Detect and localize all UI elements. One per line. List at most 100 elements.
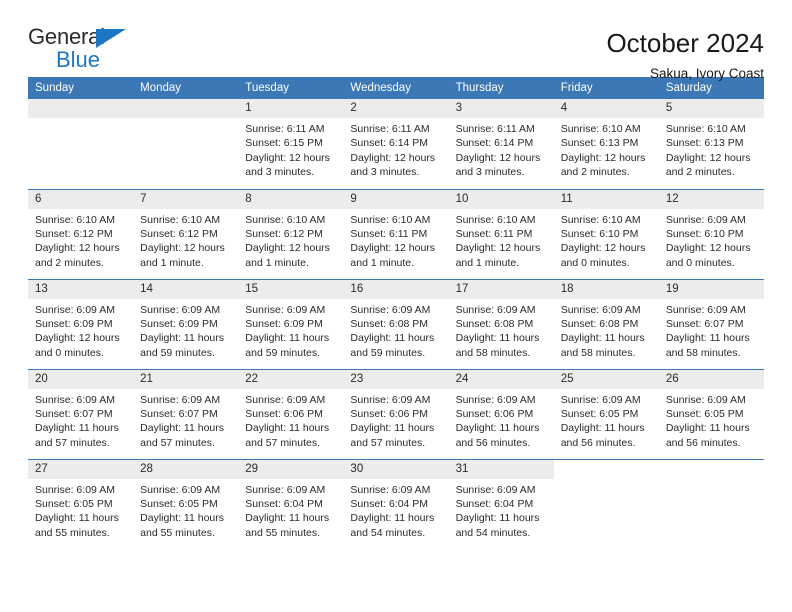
calendar-day-cell[interactable]: 6 Sunrise: 6:10 AM Sunset: 6:12 PM Daylight… — [28, 188, 134, 279]
day-details: Sunrise: 6:10 AM Sunset: 6:13 PM Daylight:… — [554, 118, 659, 180]
daylight-text-line1: Daylight: 12 hours — [245, 242, 330, 255]
daylight-text-line1: Daylight: 12 hours — [560, 151, 646, 164]
daylight-text-line2: and 58 minutes. — [560, 346, 636, 359]
calendar-day-cell[interactable]: 20 Sunrise: 6:09 AM Sunset: 6:07 PM Dayligh… — [28, 368, 134, 459]
calendar-day-cell[interactable]: 18 Sunrise: 6:09 AM Sunset: 6:08 PM Dayligh… — [553, 278, 659, 369]
sunset-text: Sunset: 6:13 PM — [560, 137, 639, 150]
day-details: Sunrise: 6:09 AM Sunset: 6:09 PM Daylight:… — [133, 299, 238, 361]
calendar-day-cell[interactable]: 17 Sunrise: 6:09 AM Sunset: 6:08 PM Dayligh… — [448, 278, 554, 369]
sunset-text: Sunset: 6:07 PM — [140, 407, 218, 420]
day-details: Sunrise: 6:10 AM Sunset: 6:11 PM Daylight:… — [343, 209, 448, 271]
weekday-header-sunday: Sunday — [28, 77, 134, 99]
calendar-day-cell[interactable]: 1 Sunrise: 6:11 AM Sunset: 6:15 PM Daylight… — [238, 99, 344, 189]
general-blue-logo[interactable]: General Blue — [28, 26, 148, 72]
daylight-text-line2: and 3 minutes. — [455, 166, 525, 179]
calendar-day-cell[interactable]: 16 Sunrise: 6:09 AM Sunset: 6:08 PM Dayligh… — [343, 278, 449, 369]
calendar-day-cell[interactable]: 14 Sunrise: 6:09 AM Sunset: 6:09 PM Dayligh… — [133, 278, 239, 369]
daylight-text-line2: and 56 minutes. — [455, 436, 531, 449]
daylight-text-line1: Daylight: 11 hours — [350, 512, 435, 525]
calendar-day-cell[interactable]: 25 Sunrise: 6:09 AM Sunset: 6:05 PM Dayligh… — [553, 368, 659, 459]
sunset-text: Sunset: 6:14 PM — [350, 137, 429, 150]
day-number: 1 — [238, 99, 344, 118]
calendar-day-cell[interactable]: 28 Sunrise: 6:09 AM Sunset: 6:05 PM Dayligh… — [133, 458, 239, 549]
calendar-day-cell[interactable]: 3 Sunrise: 6:11 AM Sunset: 6:14 PM Daylight… — [448, 99, 554, 189]
day-number: 25 — [553, 370, 659, 389]
day-details: Sunrise: 6:09 AM Sunset: 6:04 PM Daylight:… — [238, 479, 343, 541]
weekday-header-wednesday: Wednesday — [343, 77, 449, 99]
day-number: 26 — [658, 370, 764, 389]
sunrise-text: Sunrise: 6:09 AM — [665, 213, 746, 226]
calendar-body: 1 Sunrise: 6:11 AM Sunset: 6:15 PM Daylight… — [28, 99, 764, 549]
daylight-text-line1: Daylight: 11 hours — [665, 332, 750, 345]
daylight-text-line1: Daylight: 11 hours — [665, 422, 750, 435]
day-number: 28 — [133, 460, 239, 479]
calendar-day-cell[interactable]: 9 Sunrise: 6:10 AM Sunset: 6:11 PM Daylight… — [343, 188, 449, 279]
calendar-day-cell[interactable]: 27 Sunrise: 6:09 AM Sunset: 6:05 PM Dayligh… — [28, 458, 134, 549]
calendar-day-cell[interactable]: 21 Sunrise: 6:09 AM Sunset: 6:07 PM Dayligh… — [133, 368, 239, 459]
daylight-text-line2: and 58 minutes. — [455, 346, 531, 359]
day-details: Sunrise: 6:11 AM Sunset: 6:14 PM Daylight:… — [449, 118, 554, 180]
day-number — [28, 99, 134, 118]
calendar-day-cell[interactable]: 29 Sunrise: 6:09 AM Sunset: 6:04 PM Dayligh… — [238, 458, 344, 549]
calendar-day-cell[interactable]: 23 Sunrise: 6:09 AM Sunset: 6:06 PM Dayligh… — [343, 368, 449, 459]
calendar-day-cell[interactable]: 24 Sunrise: 6:09 AM Sunset: 6:06 PM Dayligh… — [448, 368, 554, 459]
calendar-day-cell[interactable]: 8 Sunrise: 6:10 AM Sunset: 6:12 PM Daylight… — [238, 188, 344, 279]
calendar-day-cell[interactable]: 15 Sunrise: 6:09 AM Sunset: 6:09 PM Dayligh… — [238, 278, 344, 369]
logo-text-general: General — [28, 24, 105, 49]
sunset-text: Sunset: 6:09 PM — [35, 317, 113, 330]
sunrise-text: Sunrise: 6:10 AM — [665, 123, 746, 135]
calendar-day-cell[interactable]: 4 Sunrise: 6:10 AM Sunset: 6:13 PM Daylight… — [553, 99, 659, 189]
sunrise-text: Sunrise: 6:09 AM — [140, 393, 221, 406]
weekday-header-tuesday: Tuesday — [238, 77, 344, 99]
day-number: 10 — [448, 190, 554, 209]
day-number: 22 — [238, 370, 344, 389]
daylight-text-line2: and 58 minutes. — [665, 346, 741, 359]
daylight-text-line2: and 2 minutes. — [560, 166, 630, 179]
day-number — [659, 460, 764, 479]
calendar-day-cell[interactable]: 22 Sunrise: 6:09 AM Sunset: 6:06 PM Dayligh… — [238, 368, 344, 459]
calendar-empty-cell — [553, 458, 659, 549]
daylight-text-line1: Daylight: 12 hours — [665, 242, 751, 255]
day-number: 19 — [658, 280, 764, 299]
daylight-text-line2: and 1 minute. — [455, 256, 520, 269]
calendar-day-cell[interactable]: 13 Sunrise: 6:09 AM Sunset: 6:09 PM Dayligh… — [28, 278, 134, 369]
daylight-text-line2: and 1 minute. — [140, 256, 204, 269]
sunset-text: Sunset: 6:05 PM — [665, 407, 744, 420]
sunrise-text: Sunrise: 6:10 AM — [560, 213, 641, 226]
day-details: Sunrise: 6:11 AM Sunset: 6:14 PM Daylight:… — [343, 118, 448, 180]
calendar-day-cell[interactable]: 5 Sunrise: 6:10 AM Sunset: 6:13 PM Daylight… — [658, 99, 764, 189]
sunrise-text: Sunrise: 6:09 AM — [35, 303, 115, 316]
calendar-day-cell[interactable]: 11 Sunrise: 6:10 AM Sunset: 6:10 PM Dayligh… — [553, 188, 659, 279]
calendar-day-cell[interactable]: 7 Sunrise: 6:10 AM Sunset: 6:12 PM Daylight… — [133, 188, 239, 279]
day-number: 17 — [448, 280, 554, 299]
sunset-text: Sunset: 6:14 PM — [455, 137, 534, 150]
logo-text-blue: Blue — [56, 47, 101, 72]
weekday-header-thursday: Thursday — [448, 77, 554, 99]
sunrise-text: Sunrise: 6:09 AM — [560, 303, 641, 316]
calendar-day-cell[interactable]: 31 Sunrise: 6:09 AM Sunset: 6:04 PM Dayligh… — [448, 458, 554, 549]
day-number: 7 — [133, 190, 239, 209]
calendar-day-cell[interactable]: 19 Sunrise: 6:09 AM Sunset: 6:07 PM Dayligh… — [658, 278, 764, 369]
day-details: Sunrise: 6:10 AM Sunset: 6:10 PM Daylight:… — [554, 209, 659, 271]
day-number: 24 — [448, 370, 554, 389]
day-number: 23 — [343, 370, 449, 389]
sunrise-text: Sunrise: 6:10 AM — [350, 213, 431, 226]
calendar-day-cell[interactable]: 2 Sunrise: 6:11 AM Sunset: 6:14 PM Daylight… — [343, 99, 449, 189]
title-block: October 2024 Sakua, Ivory Coast — [606, 26, 764, 84]
daylight-text-line1: Daylight: 11 hours — [35, 422, 119, 435]
sunset-text: Sunset: 6:06 PM — [350, 407, 429, 420]
daylight-text-line2: and 54 minutes. — [455, 526, 531, 539]
daylight-text-line1: Daylight: 11 hours — [140, 422, 224, 435]
daylight-text-line2: and 59 minutes. — [140, 346, 215, 359]
calendar-day-cell[interactable]: 30 Sunrise: 6:09 AM Sunset: 6:04 PM Dayligh… — [343, 458, 449, 549]
calendar-day-cell[interactable]: 10 Sunrise: 6:10 AM Sunset: 6:11 PM Dayligh… — [448, 188, 554, 279]
sunset-text: Sunset: 6:10 PM — [560, 227, 639, 240]
day-number — [133, 99, 239, 118]
sunrise-text: Sunrise: 6:10 AM — [245, 213, 326, 226]
calendar-day-cell[interactable]: 12 Sunrise: 6:09 AM Sunset: 6:10 PM Dayligh… — [658, 188, 764, 279]
calendar-day-cell[interactable]: 26 Sunrise: 6:09 AM Sunset: 6:05 PM Dayligh… — [658, 368, 764, 459]
day-number: 3 — [448, 99, 554, 118]
sunrise-text: Sunrise: 6:09 AM — [350, 393, 431, 406]
day-details: Sunrise: 6:10 AM Sunset: 6:13 PM Daylight:… — [659, 118, 764, 180]
day-details: Sunrise: 6:09 AM Sunset: 6:05 PM Daylight:… — [554, 389, 659, 451]
